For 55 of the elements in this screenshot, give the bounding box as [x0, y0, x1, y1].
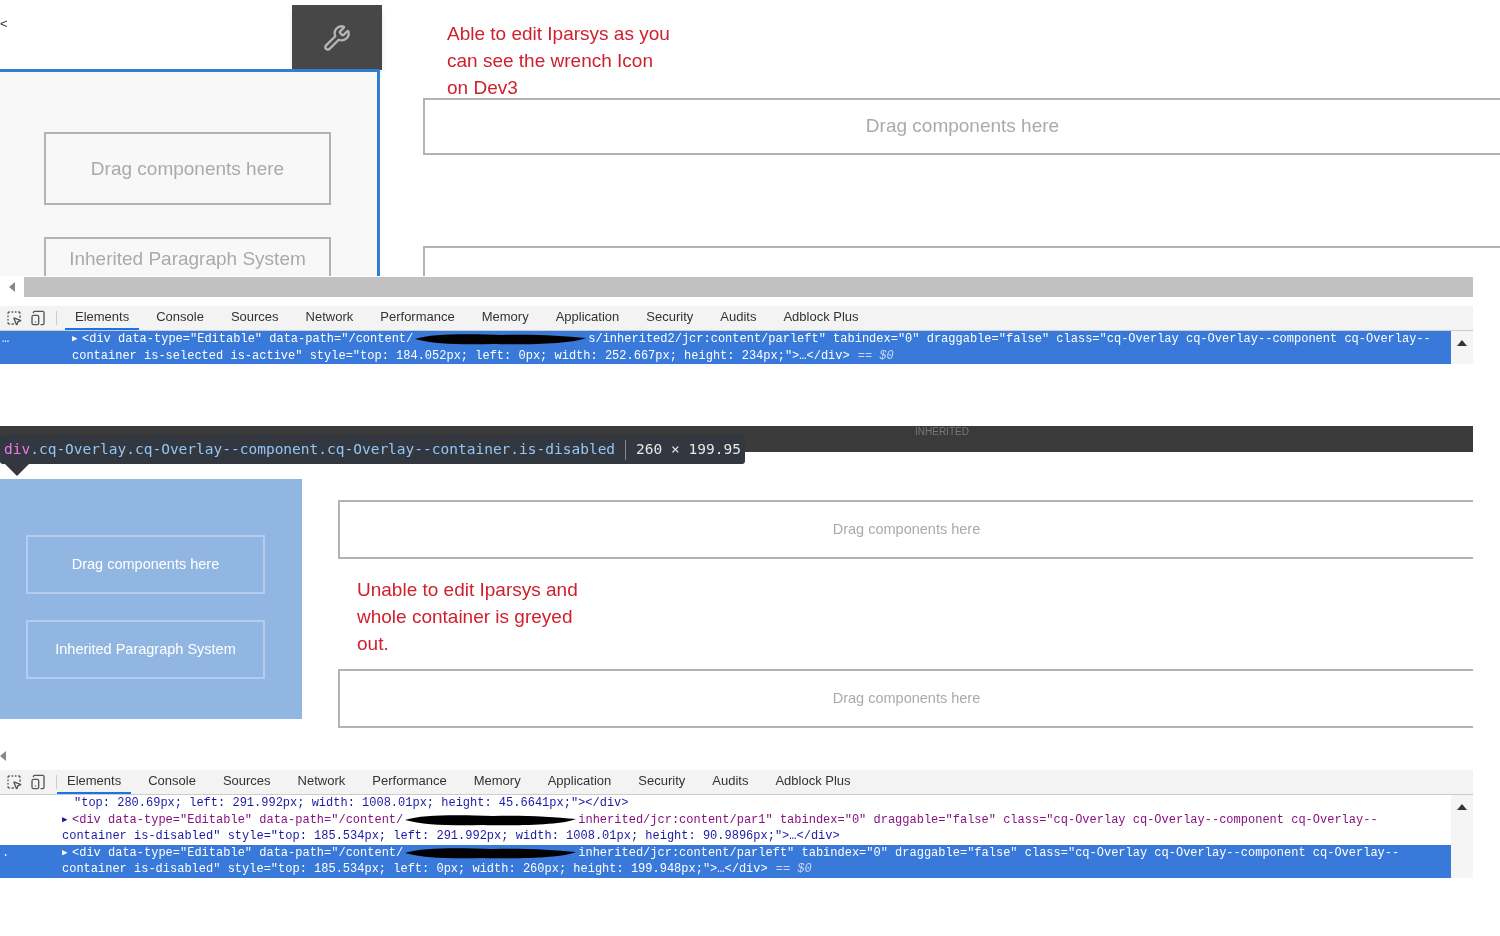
selected-node-marker: == $0: [775, 861, 812, 878]
devtools-tab[interactable]: Console: [138, 770, 206, 794]
devtools-tab[interactable]: Sources: [212, 770, 281, 794]
tooltip-classes: .cq-Overlay.cq-Overlay--component.cq-Overlay--container.is-disabled: [30, 439, 616, 459]
scroll-left-icon[interactable]: [9, 282, 15, 292]
code-text: <div data-type="Editable" data-path="/content/: [72, 844, 404, 861]
devtools-tab[interactable]: Network: [287, 770, 356, 794]
expand-arrow[interactable]: ▶: [62, 811, 72, 828]
devtools-tab[interactable]: Security: [636, 306, 704, 330]
code-text: container is-disabled" style="top: 185.534px; left: 291.992px; width: 1008.01px; height: 90.9896px;">…</div>: [62, 828, 840, 845]
selected-node-marker: == $0: [857, 347, 894, 364]
gutter-dots: …: [2, 331, 10, 348]
back-glyph[interactable]: <: [0, 14, 8, 34]
annotation-text: Unable to edit Iparsys and whole container is greyed out.: [357, 578, 579, 656]
code-text: container is-selected is-active" style="top: 184.052px; left: 0px; width: 252.667px; height: 234px;">…</div>: [72, 347, 850, 364]
inspect-icon[interactable]: [6, 310, 22, 326]
devtools-tab[interactable]: Application: [537, 770, 622, 794]
expand-arrow[interactable]: ▶: [62, 844, 72, 861]
code-text: container is-disabled" style="top: 185.534px; left: 0px; width: 260px; height: 199.948px;">…</div>: [62, 861, 768, 878]
tooltip-tag: div: [4, 438, 31, 461]
devtools-tab[interactable]: Audits: [702, 770, 759, 794]
annotation-text: Able to edit Iparsys as you can see the wrench Icon on Dev3: [447, 22, 671, 100]
scroll-up-icon[interactable]: [1456, 339, 1468, 347]
gutter-dots: .: [2, 844, 10, 861]
devtools-tab[interactable]: Performance: [362, 770, 457, 794]
tooltip-size: 260 × 199.95: [636, 439, 741, 459]
devtools-tab[interactable]: Adblock Plus: [765, 770, 861, 794]
devtools-tab[interactable]: Console: [146, 306, 214, 330]
horizontal-scrollbar[interactable]: [24, 277, 1473, 297]
device-toolbar-icon[interactable]: [30, 774, 46, 790]
expand-arrow[interactable]: ▶: [72, 331, 82, 348]
devtools-tab[interactable]: Network: [295, 306, 364, 330]
scroll-left-icon[interactable]: [0, 751, 6, 761]
dom-node-row[interactable]: [0, 844, 1451, 878]
toolbar-label: INHERITED: [915, 426, 969, 439]
wrench-icon: [323, 23, 351, 52]
devtools-tab[interactable]: Application: [545, 306, 630, 330]
code-text: inherited/jcr:content/parleft" tabindex="0" draggable="false" class="cq-Overlay cq-Overlay--component cq-Overlay--: [578, 844, 1400, 861]
devtools-tab[interactable]: Sources: [220, 306, 289, 330]
devtools-tab[interactable]: Adblock Plus: [773, 306, 869, 330]
devtools-tab[interactable]: Memory: [463, 770, 531, 794]
devtools-tab[interactable]: Audits: [710, 306, 767, 330]
toolbar-button[interactable]: [292, 5, 382, 70]
code-text: <div data-type="Editable" data-path="/content/: [82, 331, 414, 348]
code-text: inherited/jcr:content/par1" tabindex="0" draggable="false" class="cq-Overlay cq-Overlay--component cq-Overlay--: [578, 811, 1378, 828]
devtools-tab[interactable]: Security: [628, 770, 696, 794]
devtools-tab[interactable]: Memory: [471, 306, 539, 330]
code-text: s/inherited2/jcr:content/parleft" tabindex="0" draggable="false" class="cq-Overlay cq-Overlay--component cq-Overlay--: [588, 331, 1431, 348]
device-toolbar-icon[interactable]: [30, 310, 46, 326]
devtools-tab[interactable]: Performance: [370, 306, 465, 330]
code-text: "top: 280.69px; left: 291.992px; width: 1008.01px; height: 45.6641px;"></div>: [74, 795, 629, 812]
inspect-icon[interactable]: [6, 774, 22, 790]
dom-node-row[interactable]: [0, 331, 1451, 364]
scroll-up-icon[interactable]: [1456, 803, 1468, 811]
code-text: <div data-type="Editable" data-path="/content/: [72, 811, 404, 828]
